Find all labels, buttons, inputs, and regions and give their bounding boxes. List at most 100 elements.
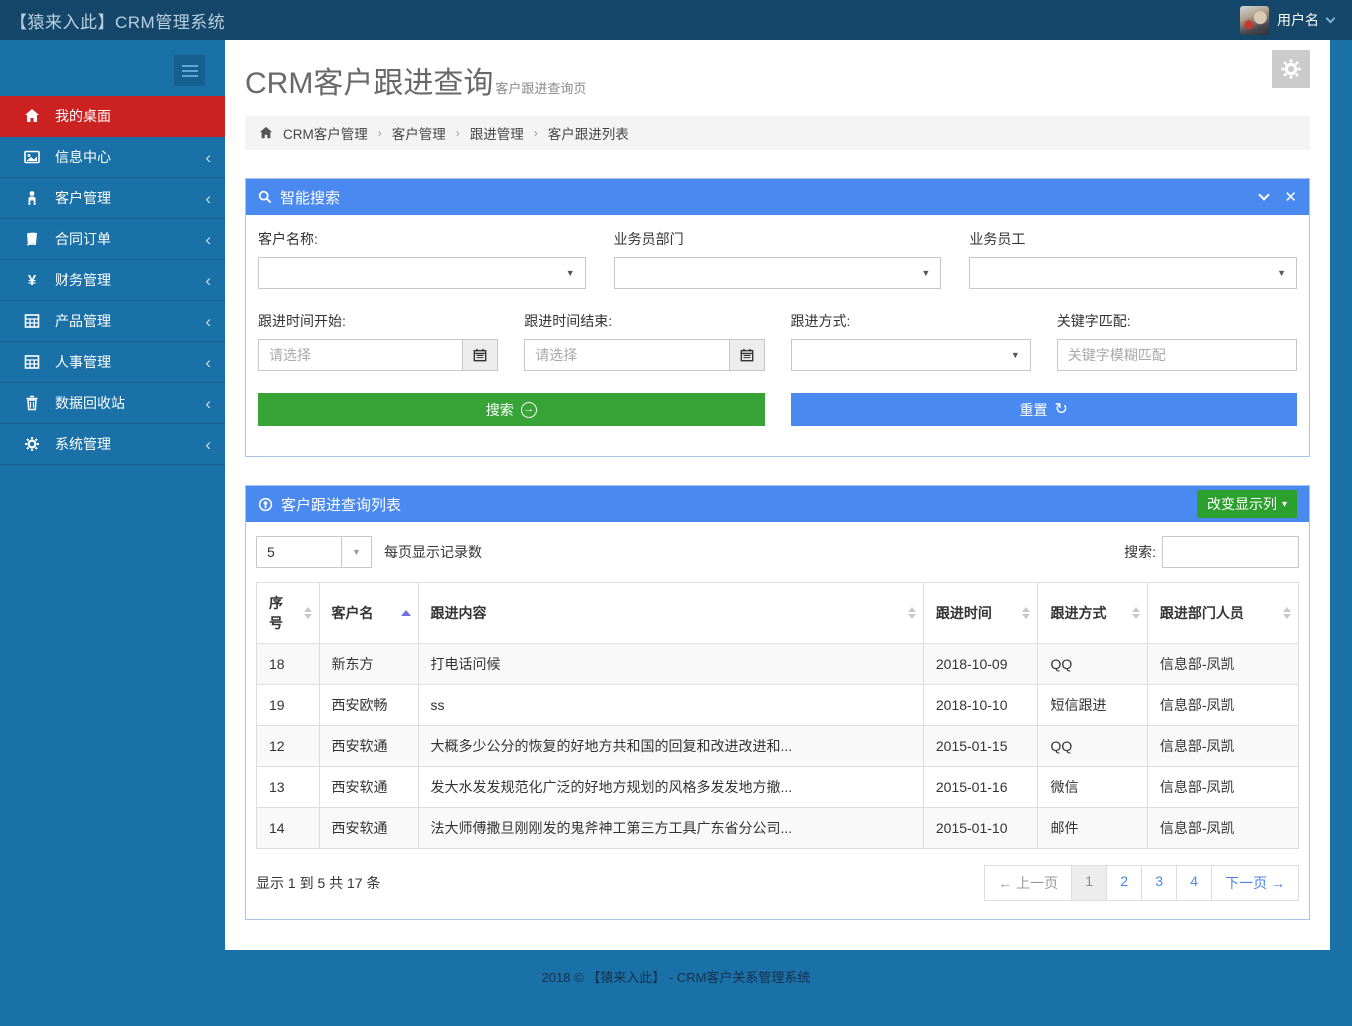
follow-start-field[interactable] [269, 347, 452, 363]
column-header-跟进内容[interactable]: 跟进内容 [418, 583, 923, 644]
table-icon [22, 313, 42, 329]
sidebar-item-finance-mgmt[interactable]: ¥ 财务管理 ‹ [0, 260, 225, 301]
keyword-field[interactable] [1068, 347, 1286, 363]
pagination-page-1[interactable]: 1 [1071, 865, 1107, 901]
column-header-客户名[interactable]: 客户名 [319, 583, 418, 644]
column-header-跟进部门人员[interactable]: 跟进部门人员 [1147, 583, 1298, 644]
cell-time: 2015-01-10 [923, 808, 1038, 849]
sidebar: 我的桌面 信息中心 ‹ 客户管理 ‹ 合同订单 [0, 40, 225, 950]
pagination-prev[interactable]: ← 上一页 [984, 865, 1072, 901]
page-size-select[interactable]: 5 ▼ [256, 536, 372, 568]
breadcrumb-item[interactable]: CRM客户管理 [283, 123, 368, 143]
cell-method: 邮件 [1038, 808, 1147, 849]
breadcrumb: CRM客户管理 › 客户管理 › 跟进管理 › 客户跟进列表 [245, 116, 1310, 150]
pagination-next[interactable]: 下一页 → [1211, 865, 1299, 901]
sort-icon [1022, 607, 1030, 619]
column-header-跟进方式[interactable]: 跟进方式 [1038, 583, 1147, 644]
customer-name-select[interactable]: ▼ [258, 257, 586, 289]
keyword-label: 关键字匹配: [1057, 311, 1297, 331]
caret-down-icon: ▼ [566, 268, 575, 278]
pagination-page-4[interactable]: 4 [1176, 865, 1212, 901]
sort-icon [1283, 607, 1291, 619]
breadcrumb-item[interactable]: 客户管理 [392, 123, 446, 143]
table-search-input[interactable] [1162, 536, 1299, 568]
sidebar-item-hr-mgmt[interactable]: 人事管理 ‹ [0, 342, 225, 383]
cell-customer: 西安软通 [319, 726, 418, 767]
sidebar-item-system-mgmt[interactable]: 系统管理 ‹ [0, 424, 225, 465]
sales-dept-select[interactable]: ▼ [614, 257, 942, 289]
pagination-info: 显示 1 到 5 共 17 条 [256, 873, 380, 893]
customer-name-label: 客户名称: [258, 229, 586, 249]
cell-dept: 信息部-凤凯 [1147, 644, 1298, 685]
sort-icon [1132, 607, 1140, 619]
table-header-row: 序号客户名跟进内容跟进时间跟进方式跟进部门人员 [257, 583, 1299, 644]
column-header-跟进时间[interactable]: 跟进时间 [923, 583, 1038, 644]
collapse-panel-icon[interactable] [1259, 189, 1270, 200]
sidebar-item-contract-orders[interactable]: 合同订单 ‹ [0, 219, 225, 260]
sidebar-toggle-button[interactable] [174, 55, 205, 86]
close-panel-icon[interactable]: ✕ [1284, 190, 1297, 205]
sidebar-item-info-center[interactable]: 信息中心 ‹ [0, 137, 225, 178]
search-icon [258, 190, 272, 204]
keyword-input[interactable] [1057, 339, 1297, 371]
sales-staff-select[interactable]: ▼ [969, 257, 1297, 289]
book-icon [22, 231, 42, 247]
follow-end-label: 跟进时间结束: [524, 311, 764, 331]
gear-icon [22, 436, 42, 452]
sort-icon [908, 607, 916, 619]
table-row: 13西安软通发大水发发规范化广泛的好地方规划的风格多发发地方撤...2015-0… [257, 767, 1299, 808]
follow-end-field[interactable] [535, 347, 718, 363]
sales-dept-label: 业务员部门 [614, 229, 942, 249]
cell-customer: 西安软通 [319, 767, 418, 808]
page-settings-button[interactable] [1272, 50, 1310, 88]
page-size-label: 每页显示记录数 [384, 542, 482, 562]
sales-staff-label: 业务员工 [969, 229, 1297, 249]
cell-method: QQ [1038, 726, 1147, 767]
refresh-icon: ↻ [1055, 402, 1068, 418]
cell-time: 2018-10-09 [923, 644, 1038, 685]
chevron-left-icon: ‹ [205, 149, 211, 166]
page-subtitle: 客户跟进查询页 [495, 81, 586, 96]
cell-method: 微信 [1038, 767, 1147, 808]
change-columns-button[interactable]: 改变显示列 ▾ [1197, 490, 1297, 518]
cell-time: 2015-01-16 [923, 767, 1038, 808]
cell-content: ss [418, 685, 923, 726]
cell-customer: 西安软通 [319, 808, 418, 849]
follow-start-label: 跟进时间开始: [258, 311, 498, 331]
chevron-left-icon: ‹ [205, 436, 211, 453]
pagination-page-2[interactable]: 2 [1106, 865, 1142, 901]
column-header-序号[interactable]: 序号 [257, 583, 320, 644]
follow-start-input[interactable] [258, 339, 462, 371]
table-row: 12西安软通大概多少公分的恢复的好地方共和国的回复和改进改进和...2015-0… [257, 726, 1299, 767]
breadcrumb-item[interactable]: 跟进管理 [470, 123, 524, 143]
follow-list-panel: 客户跟进查询列表 改变显示列 ▾ 5 ▼ 每页显示记录数 搜索: [245, 485, 1310, 920]
user-avatar [1240, 6, 1269, 35]
breadcrumb-item[interactable]: 客户跟进列表 [548, 123, 629, 143]
cell-customer: 新东方 [319, 644, 418, 685]
sidebar-item-product-mgmt[interactable]: 产品管理 ‹ [0, 301, 225, 342]
cell-content[interactable]: 发大水发发规范化广泛的好地方规划的风格多发发地方撤... [418, 767, 923, 808]
user-menu[interactable]: 用户名 [1240, 6, 1334, 35]
chevron-left-icon: ‹ [205, 190, 211, 207]
chevron-left-icon: ‹ [205, 231, 211, 248]
cell-content[interactable]: 大概多少公分的恢复的好地方共和国的回复和改进改进和... [418, 726, 923, 767]
hamburger-icon [182, 65, 198, 67]
sidebar-item-customer-mgmt[interactable]: 客户管理 ‹ [0, 178, 225, 219]
sidebar-item-my-desktop[interactable]: 我的桌面 [0, 96, 225, 137]
main-content: CRM客户跟进查询客户跟进查询页 CRM客户管理 › 客户管理 › 跟进管理 ›… [225, 40, 1330, 950]
calendar-icon[interactable] [729, 339, 765, 371]
follow-method-select[interactable]: ▼ [791, 339, 1031, 371]
calendar-icon[interactable] [462, 339, 498, 371]
sort-icon [304, 607, 312, 619]
sidebar-item-recycle-bin[interactable]: 数据回收站 ‹ [0, 383, 225, 424]
smart-search-panel-title: 智能搜索 [280, 187, 340, 208]
page-footer: 2018 © 【猿来入此】 - CRM客户关系管理系统 [0, 950, 1352, 1026]
follow-end-input[interactable] [524, 339, 728, 371]
cell-content[interactable]: 法大师傅撒旦刚刚发的鬼斧神工第三方工具广东省分公司... [418, 808, 923, 849]
search-button[interactable]: 搜索 → [258, 393, 765, 426]
app-brand[interactable]: 【猿来入此】CRM管理系统 [10, 8, 225, 33]
pagination-page-3[interactable]: 3 [1141, 865, 1177, 901]
home-icon [22, 108, 42, 124]
reset-button[interactable]: 重置 ↻ [791, 393, 1298, 426]
table-row: 19西安欧畅ss2018-10-10短信跟进信息部-凤凯 [257, 685, 1299, 726]
